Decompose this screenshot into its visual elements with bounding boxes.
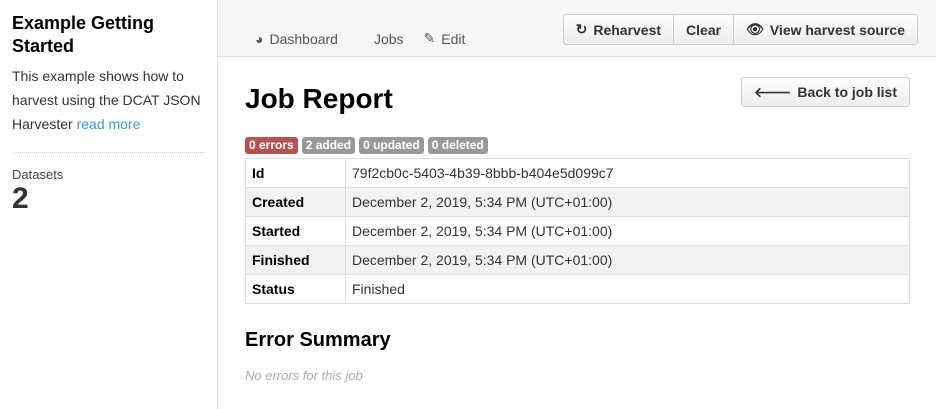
- table-row: Started December 2, 2019, 5:34 PM (UTC+01…: [245, 216, 910, 246]
- no-errors-text: No errors for this job: [245, 368, 363, 383]
- source-description: This example shows how to harvest using …: [12, 68, 201, 132]
- added-badge: 2 added: [301, 137, 356, 154]
- sidebar: Example Getting Started This example sho…: [0, 0, 218, 409]
- dashboard-icon: ◕: [255, 30, 264, 47]
- clear-button[interactable]: Clear: [674, 15, 735, 44]
- datasets-count: 2: [12, 182, 29, 215]
- tab-dashboard[interactable]: ◕ Dashboard: [255, 30, 338, 47]
- source-title: Example Getting Started: [12, 13, 155, 56]
- edit-icon: ✎: [423, 30, 436, 46]
- datasets-label: Datasets: [12, 167, 64, 182]
- eye-icon: 👁: [746, 21, 764, 37]
- table-row: Finished December 2, 2019, 5:34 PM (UTC+0…: [245, 245, 910, 275]
- main-content: Job Report 🡐 Back to job list 0 errors 2 …: [245, 57, 910, 383]
- errors-badge: 0 errors: [245, 137, 298, 154]
- tab-edit[interactable]: ✎ Edit: [424, 30, 466, 47]
- table-row: Id 79f2cb0c-5403-4b39-8bbb-b404e5d099c7: [245, 158, 910, 188]
- divider: [12, 152, 205, 153]
- table-row: Status Finished: [245, 274, 910, 304]
- tab-jobs[interactable]: Jobs: [374, 30, 404, 47]
- top-bar: ◕ Dashboard Jobs ✎ Edit ↻ Reharvest Clear 👁…: [218, 0, 936, 57]
- table-row: Created December 2, 2019, 5:34 PM (UTC+01…: [245, 187, 910, 217]
- job-details-table: Id 79f2cb0c-5403-4b39-8bbb-b404e5d099c7 C…: [245, 158, 910, 304]
- updated-badge: 0 updated: [359, 137, 424, 154]
- view-harvest-source-button[interactable]: 👁 View harvest source: [734, 15, 917, 44]
- reharvest-button[interactable]: ↻ Reharvest: [564, 15, 675, 44]
- error-summary-heading: Error Summary: [245, 329, 391, 351]
- read-more-link[interactable]: read more: [77, 116, 141, 132]
- back-to-job-list-button[interactable]: 🡐 Back to job list: [740, 77, 910, 107]
- arrow-left-icon: 🡐: [753, 83, 792, 100]
- refresh-icon: ↻: [575, 21, 588, 37]
- deleted-badge: 0 deleted: [427, 137, 488, 154]
